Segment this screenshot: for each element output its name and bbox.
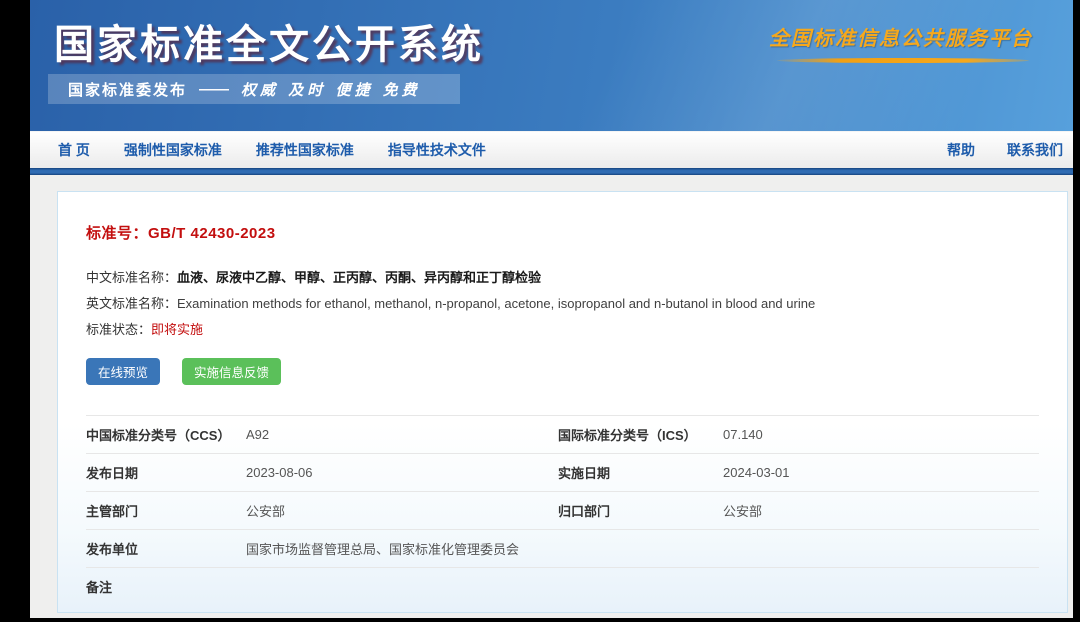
details-table-body: 中国标准分类号（CCS） A92 国际标准分类号（ICS） 07.140 发布日… — [86, 416, 1039, 606]
row-label-2: 实施日期 — [558, 454, 723, 492]
row-value-1: 2023-08-06 — [246, 454, 558, 492]
row-value-1 — [246, 568, 1039, 606]
main-area: 标准号：GB/T 42430-2023 中文标准名称：血液、尿液中乙醇、甲醇、正… — [30, 175, 1073, 618]
row-label-2: 国际标准分类号（ICS） — [558, 416, 723, 454]
implementation-feedback-button[interactable]: 实施信息反馈 — [182, 358, 281, 385]
table-row: 备注 — [86, 568, 1039, 606]
row-value-2: 07.140 — [723, 416, 1039, 454]
nav-item-2[interactable]: 推荐性国家标准 — [256, 140, 354, 160]
standard-detail-card: 标准号：GB/T 42430-2023 中文标准名称：血液、尿液中乙醇、甲醇、正… — [57, 191, 1068, 613]
site-header: 国家标准全文公开系统 国家标准委发布 —— 权威 及时 便捷 免费 全国标准信息… — [30, 0, 1073, 131]
online-preview-button[interactable]: 在线预览 — [86, 358, 160, 385]
nav-bottom-band — [30, 168, 1073, 175]
cn-name-label: 中文标准名称： — [86, 270, 177, 285]
tagline-bar: 国家标准委发布 —— 权威 及时 便捷 免费 — [48, 74, 460, 104]
status-label: 标准状态： — [86, 322, 151, 337]
nav-item-0[interactable]: 首 页 — [58, 140, 90, 160]
site-title: 国家标准全文公开系统 — [54, 12, 484, 70]
row-value-1: 国家市场监督管理总局、国家标准化管理委员会 — [246, 530, 1039, 568]
page-frame: 国家标准全文公开系统 国家标准委发布 —— 权威 及时 便捷 免费 全国标准信息… — [30, 0, 1073, 618]
tagline-dash: —— — [199, 81, 229, 98]
main-nav: 首 页 强制性国家标准 推荐性国家标准 指导性技术文件 帮助 联系我们 — [30, 131, 1073, 168]
en-name-line: 英文标准名称：Examination methods for ethanol, … — [86, 291, 1039, 317]
row-label-1: 发布日期 — [86, 454, 246, 492]
row-label-1: 中国标准分类号（CCS） — [86, 416, 246, 454]
row-value-1: 公安部 — [246, 492, 558, 530]
nav-item-3[interactable]: 指导性技术文件 — [388, 140, 486, 160]
platform-logo-underline — [777, 58, 1029, 63]
row-label-1: 主管部门 — [86, 492, 246, 530]
status-badge: 即将实施 — [151, 322, 203, 337]
publisher-text: 国家标准委发布 — [68, 79, 187, 100]
en-name-value: Examination methods for ethanol, methano… — [177, 296, 815, 311]
row-label-1: 发布单位 — [86, 530, 246, 568]
slogan-text: 权威 及时 便捷 免费 — [241, 79, 421, 100]
nav-right-item-0[interactable]: 帮助 — [947, 140, 975, 160]
standard-number-label: 标准号： — [86, 225, 148, 242]
row-label-1: 备注 — [86, 568, 246, 606]
nav-right: 帮助 联系我们 — [915, 140, 1063, 160]
table-row: 发布日期 2023-08-06 实施日期 2024-03-01 — [86, 454, 1039, 492]
en-name-label: 英文标准名称： — [86, 296, 177, 311]
standard-meta: 中文标准名称：血液、尿液中乙醇、甲醇、正丙醇、丙酮、异丙醇和正丁醇检验 英文标准… — [86, 265, 1039, 343]
table-row: 主管部门 公安部 归口部门 公安部 — [86, 492, 1039, 530]
nav-right-item-1[interactable]: 联系我们 — [1007, 140, 1063, 160]
nav-left: 首 页 强制性国家标准 推荐性国家标准 指导性技术文件 — [58, 140, 520, 160]
cn-name-value: 血液、尿液中乙醇、甲醇、正丙醇、丙酮、异丙醇和正丁醇检验 — [177, 270, 541, 285]
standard-number-value: GB/T 42430-2023 — [148, 225, 276, 242]
table-row: 中国标准分类号（CCS） A92 国际标准分类号（ICS） 07.140 — [86, 416, 1039, 454]
standard-number-line: 标准号：GB/T 42430-2023 — [86, 222, 1039, 243]
row-value-1: A92 — [246, 416, 558, 454]
action-buttons: 在线预览 实施信息反馈 — [86, 358, 1039, 385]
platform-logo-text: 全国标准信息公共服务平台 — [769, 22, 1039, 51]
platform-logo: 全国标准信息公共服务平台 — [769, 22, 1039, 63]
nav-item-1[interactable]: 强制性国家标准 — [124, 140, 222, 160]
cn-name-line: 中文标准名称：血液、尿液中乙醇、甲醇、正丙醇、丙酮、异丙醇和正丁醇检验 — [86, 265, 1039, 291]
status-line: 标准状态：即将实施 — [86, 317, 1039, 343]
details-table: 中国标准分类号（CCS） A92 国际标准分类号（ICS） 07.140 发布日… — [86, 415, 1039, 606]
row-value-2: 2024-03-01 — [723, 454, 1039, 492]
table-row: 发布单位 国家市场监督管理总局、国家标准化管理委员会 — [86, 530, 1039, 568]
row-value-2: 公安部 — [723, 492, 1039, 530]
row-label-2: 归口部门 — [558, 492, 723, 530]
